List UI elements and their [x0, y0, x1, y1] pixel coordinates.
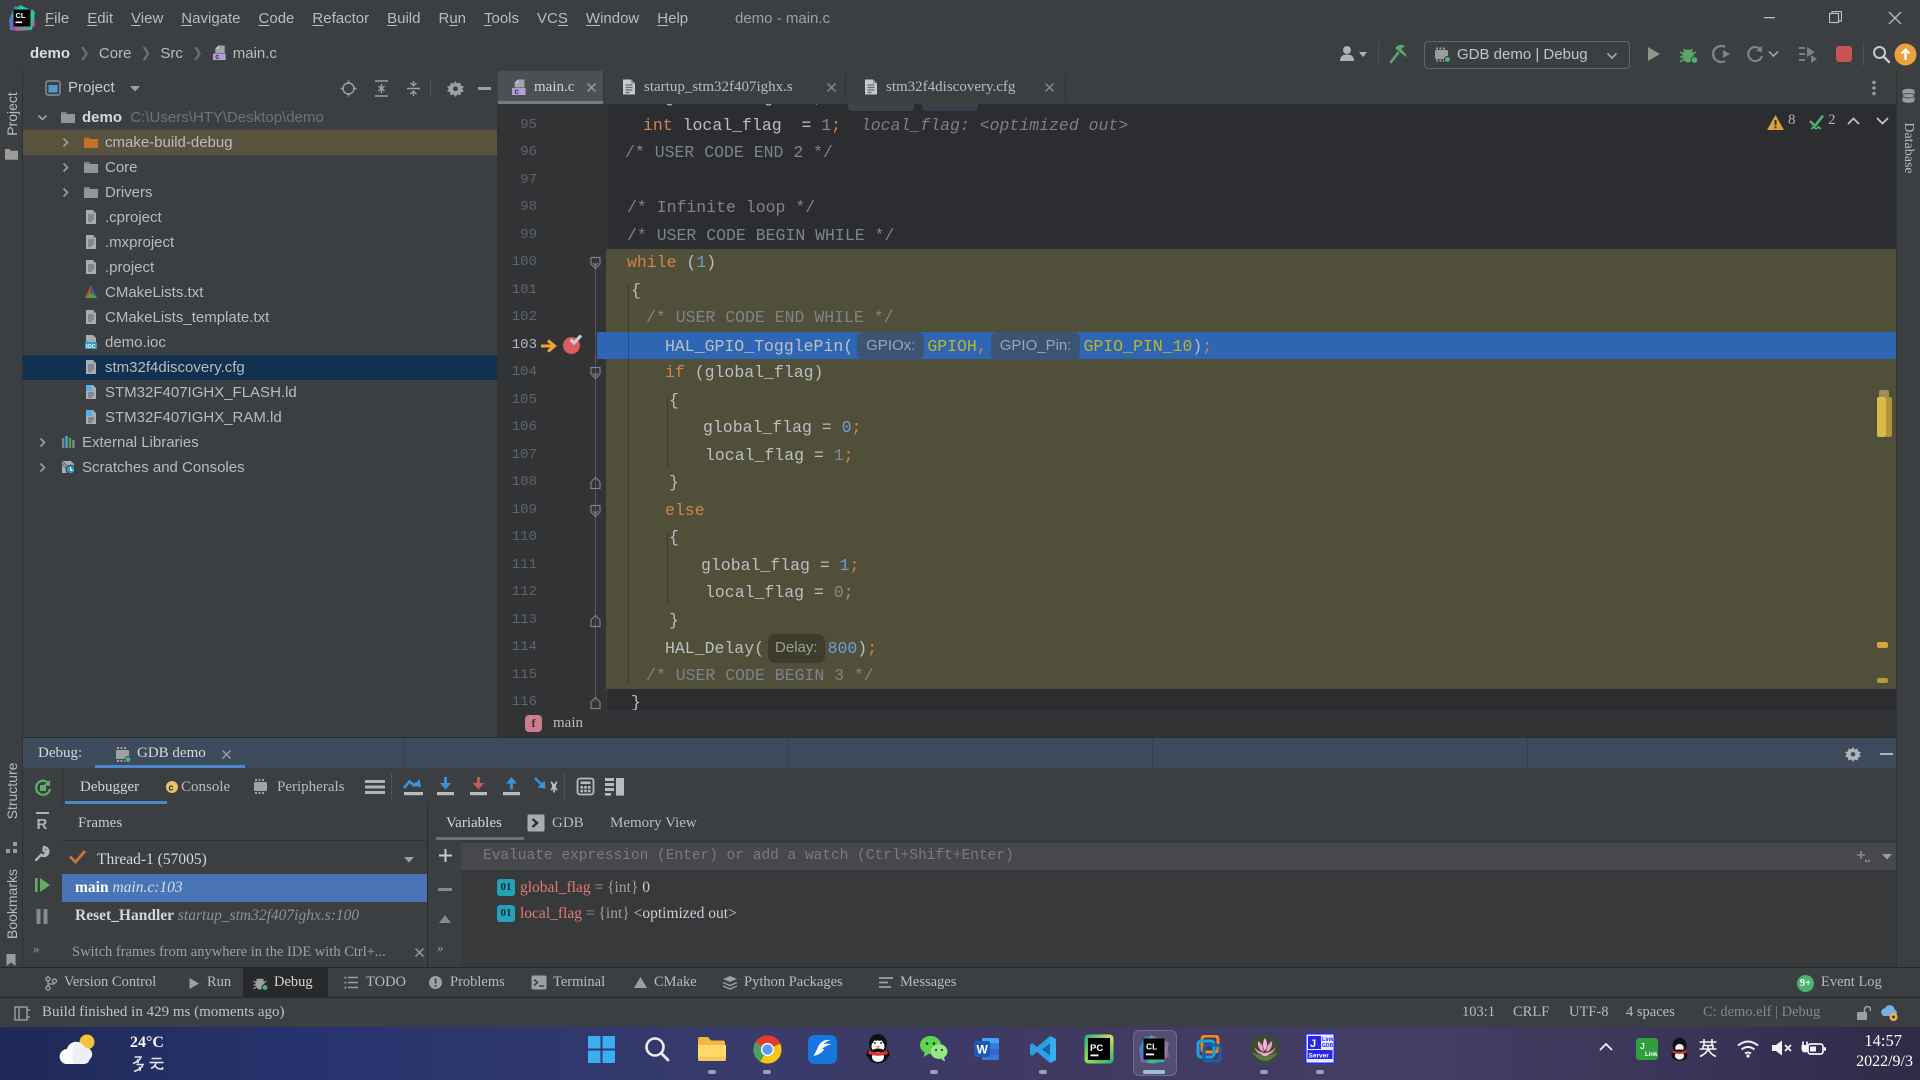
svg-text:GDB: GDB	[1322, 1043, 1334, 1049]
svg-text:R: R	[37, 816, 48, 830]
svg-text:W: W	[977, 1043, 989, 1057]
svg-text:Link: Link	[1645, 1052, 1658, 1058]
svg-text:J: J	[1310, 1038, 1316, 1050]
svg-text:J: J	[1640, 1041, 1645, 1051]
svg-text:c: c	[215, 52, 219, 61]
svg-text:IOC: IOC	[86, 344, 96, 350]
svg-text:CL: CL	[16, 11, 26, 20]
svg-text:CL: CL	[1146, 1042, 1157, 1052]
svg-text:PC: PC	[1090, 1043, 1103, 1054]
svg-text:c: c	[515, 87, 520, 96]
svg-text:Server: Server	[1309, 1053, 1330, 1060]
svg-text:c: c	[169, 783, 174, 793]
